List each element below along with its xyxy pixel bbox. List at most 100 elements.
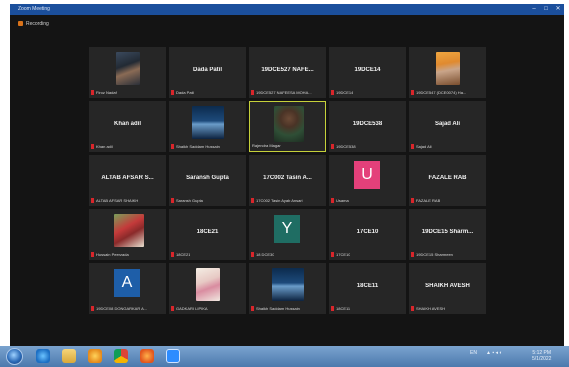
close-icon[interactable]: ✕ bbox=[552, 4, 564, 15]
maximize-icon[interactable]: □ bbox=[540, 4, 552, 15]
participant-label: Shaikh Saddam Hussain bbox=[171, 144, 220, 150]
participant-label: 18 DCE30 bbox=[251, 252, 274, 258]
tray-icons[interactable]: ▲ ▪ ◂ ◐ bbox=[486, 350, 502, 356]
participant-display-name: ALTAB AFSAR S... bbox=[101, 175, 154, 181]
window-title: Zoom Meeting bbox=[18, 6, 50, 12]
participant-tile[interactable]: 19DCE15 Sharm... 19DCE15 Sharmeen bbox=[409, 209, 486, 260]
media-player-icon[interactable] bbox=[88, 349, 102, 363]
participant-tile[interactable]: Y 18 DCE30 bbox=[249, 209, 326, 260]
participant-photo bbox=[436, 52, 460, 85]
clock-date: 5/1/2022 bbox=[532, 356, 552, 362]
firefox-icon[interactable] bbox=[140, 349, 154, 363]
participant-label: Hussain Peerzada bbox=[91, 252, 129, 258]
participant-tile[interactable]: U Usama bbox=[329, 155, 406, 206]
mic-muted-icon bbox=[411, 252, 414, 258]
participant-label: Sajad Ali bbox=[411, 144, 432, 150]
participant-tile[interactable]: A 19DCE08 DONGARKAR A... bbox=[89, 263, 166, 314]
active-speaker-tile[interactable]: Rajendra Magar bbox=[249, 101, 326, 152]
participant-tile[interactable]: ALTAB AFSAR S... ALTAB AFSAR SHAIKH bbox=[89, 155, 166, 206]
mic-muted-icon bbox=[251, 306, 254, 312]
mic-muted-icon bbox=[171, 198, 174, 204]
participant-tile[interactable]: Sajad Ali Sajad Ali bbox=[409, 101, 486, 152]
participant-tile[interactable]: SHAIKH AVESH SHAIKH AVESH bbox=[409, 263, 486, 314]
participant-tile[interactable]: Shaikh Saddam Hussain bbox=[169, 101, 246, 152]
participant-photo bbox=[114, 214, 144, 247]
participant-photo bbox=[196, 268, 220, 301]
participant-tile[interactable]: Saransh Gupta Saransh Gupta bbox=[169, 155, 246, 206]
participant-tile[interactable]: GADKARI LIPIKA bbox=[169, 263, 246, 314]
participant-tile[interactable]: 19DCE547 (DCE0074) Ha... bbox=[409, 47, 486, 98]
participant-display-name: 19DCE527 NAFE... bbox=[261, 67, 314, 73]
participant-display-name: Saransh Gupta bbox=[186, 175, 229, 181]
recording-icon bbox=[18, 21, 23, 27]
mic-muted-icon bbox=[171, 90, 174, 96]
zoom-taskbar-icon[interactable] bbox=[166, 349, 180, 363]
participant-tile[interactable]: Khan adil Khan adil bbox=[89, 101, 166, 152]
participant-label: SHAIKH AVESH bbox=[411, 306, 445, 312]
participant-tile[interactable]: Shaikh Saddam Hussain bbox=[249, 263, 326, 314]
participant-label: 18CE11 bbox=[331, 306, 350, 312]
mic-muted-icon bbox=[171, 144, 174, 150]
participant-tile[interactable]: 19DCE527 NAFE... 19DCE527 NAFEESA MOHA..… bbox=[249, 47, 326, 98]
participant-label: 19DCE15 Sharmeen bbox=[411, 252, 453, 258]
participant-label: Dada Patil bbox=[171, 90, 194, 96]
participant-tile[interactable]: Hussain Peerzada bbox=[89, 209, 166, 260]
file-explorer-icon[interactable] bbox=[62, 349, 76, 363]
language-indicator[interactable]: EN bbox=[470, 350, 477, 356]
mic-muted-icon bbox=[331, 252, 334, 258]
minimize-icon[interactable]: – bbox=[528, 4, 540, 15]
participant-tile[interactable]: Firoz Nadaf bbox=[89, 47, 166, 98]
mic-muted-icon bbox=[251, 198, 254, 204]
participant-photo bbox=[274, 106, 304, 142]
recording-indicator[interactable]: Recording bbox=[18, 20, 49, 29]
participant-label: 19DCE08 DONGARKAR A... bbox=[91, 306, 147, 312]
clock[interactable]: 5:12 PM 5/1/2022 bbox=[532, 350, 551, 362]
participant-display-name: SHAIKH AVESH bbox=[425, 283, 470, 289]
avatar-letter: A bbox=[114, 269, 140, 297]
mic-muted-icon bbox=[171, 306, 174, 312]
participant-display-name: 19DCE14 bbox=[354, 67, 381, 73]
start-button[interactable] bbox=[6, 348, 23, 365]
participant-display-name: 17CE10 bbox=[356, 229, 379, 235]
participant-tile[interactable]: 19DCE14 19DCE14 bbox=[329, 47, 406, 98]
title-bar: Zoom Meeting – □ ✕ bbox=[10, 4, 564, 15]
mic-muted-icon bbox=[411, 90, 414, 96]
participant-tile[interactable]: 17C002 Tasin A... 17C002 Tasin Ayab Ansa… bbox=[249, 155, 326, 206]
participant-tile[interactable]: 19DCE538 19DCE538 bbox=[329, 101, 406, 152]
participant-photo bbox=[192, 106, 224, 139]
participant-label: Usama bbox=[331, 198, 349, 204]
participant-tile[interactable]: Dada Patil Dada Patil bbox=[169, 47, 246, 98]
mic-muted-icon bbox=[91, 252, 94, 258]
zoom-window: Zoom Meeting – □ ✕ Recording Firoz Nadaf… bbox=[10, 4, 564, 348]
participant-label: Rajendra Magar bbox=[252, 143, 281, 148]
participant-label: GADKARI LIPIKA bbox=[171, 306, 208, 312]
avatar-letter: U bbox=[354, 161, 380, 189]
participant-label: 19DCE538 bbox=[331, 144, 356, 150]
participant-label: Khan adil bbox=[91, 144, 113, 150]
participant-display-name: Dada Patil bbox=[192, 67, 222, 73]
participant-label: FAZALE RAB bbox=[411, 198, 440, 204]
participant-tile[interactable]: 17CE10 17CE10 bbox=[329, 209, 406, 260]
chrome-icon[interactable] bbox=[114, 349, 128, 363]
mic-muted-icon bbox=[91, 90, 94, 96]
internet-explorer-icon[interactable] bbox=[36, 349, 50, 363]
participant-label: 17CE10 bbox=[331, 252, 350, 258]
recording-label: Recording bbox=[26, 21, 49, 27]
participant-tile[interactable]: 18CE21 18CE21 bbox=[169, 209, 246, 260]
participant-label: Firoz Nadaf bbox=[91, 90, 117, 96]
participant-tile[interactable]: FAZALE RAB FAZALE RAB bbox=[409, 155, 486, 206]
participant-tile[interactable]: 18CE11 18CE11 bbox=[329, 263, 406, 314]
participant-label: 19DCE14 bbox=[331, 90, 353, 96]
participant-display-name: FAZALE RAB bbox=[428, 175, 467, 181]
avatar-letter: Y bbox=[274, 215, 300, 243]
participant-label: 17C002 Tasin Ayab Ansari bbox=[251, 198, 303, 204]
participant-display-name: 19DCE538 bbox=[352, 121, 383, 127]
mic-muted-icon bbox=[331, 306, 334, 312]
mic-muted-icon bbox=[91, 306, 94, 312]
participant-label: 18CE21 bbox=[171, 252, 190, 258]
mic-muted-icon bbox=[411, 306, 414, 312]
participant-display-name: Khan adil bbox=[113, 121, 141, 127]
mic-muted-icon bbox=[411, 198, 414, 204]
participant-label: ALTAB AFSAR SHAIKH bbox=[91, 198, 138, 204]
participant-gallery: Firoz Nadaf Dada Patil Dada Patil 19DCE5… bbox=[89, 47, 487, 315]
